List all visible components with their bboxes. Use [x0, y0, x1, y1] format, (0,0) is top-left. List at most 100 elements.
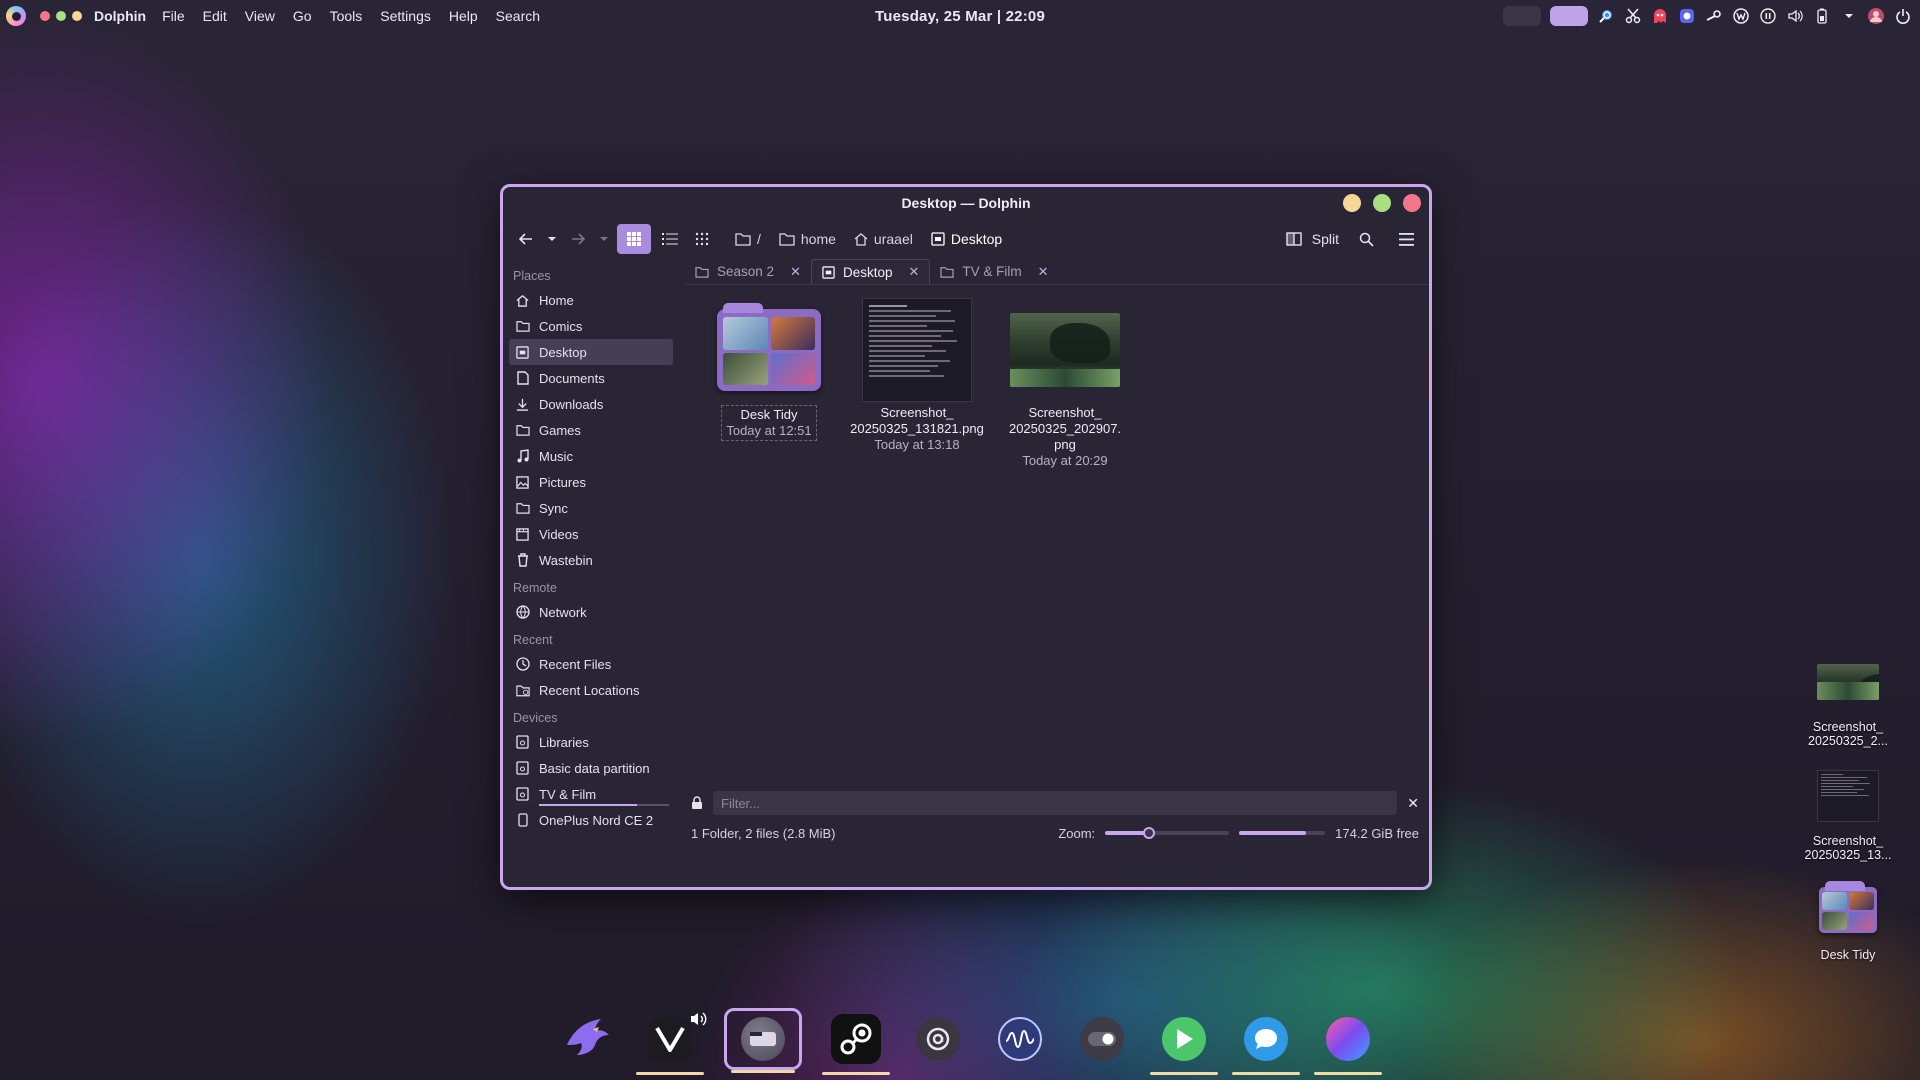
virtual-desktop-1[interactable] [1503, 6, 1541, 26]
close-filter-icon[interactable]: ✕ [1407, 795, 1419, 812]
sidebar-item-oneplus[interactable]: OnePlus Nord CE 2 [509, 807, 673, 833]
sidebar-item-recent-files[interactable]: Recent Files [509, 651, 673, 677]
w-tray-icon[interactable] [1732, 7, 1750, 25]
breadcrumb-root[interactable]: / [735, 231, 761, 247]
menu-go[interactable]: Go [293, 8, 312, 24]
sidebar-item-pictures[interactable]: Pictures [509, 469, 673, 495]
sidebar-item-libraries[interactable]: Libraries [509, 729, 673, 755]
zoom-slider-handle[interactable] [1142, 827, 1155, 839]
sidebar-item-label: Videos [539, 526, 579, 542]
desktop-icon-screenshot-2[interactable]: Screenshot_ 20250325_2... [1808, 650, 1888, 748]
lock-icon[interactable] [691, 796, 703, 810]
close-dot-icon[interactable] [40, 11, 50, 21]
dock-item-gradient[interactable] [1314, 1011, 1382, 1075]
file-item-desk-tidy[interactable]: Desk Tidy Today at 12:51 [701, 295, 837, 469]
dock-item-toggle[interactable] [1074, 1011, 1130, 1067]
menu-file[interactable]: File [162, 8, 185, 24]
sidebar-item-basic-data-partition[interactable]: Basic data partition [509, 755, 673, 781]
sidebar-item-home[interactable]: Home [509, 287, 673, 313]
breadcrumb-current-label: Desktop [950, 231, 1003, 247]
breadcrumb-home[interactable]: home [779, 231, 836, 247]
document-icon [515, 371, 530, 386]
sidebar-item-documents[interactable]: Documents [509, 365, 673, 391]
file-item-screenshot-131821[interactable]: Screenshot_ 20250325_131821.png Today at… [849, 295, 985, 469]
sidebar-item-recent-locations[interactable]: Recent Locations [509, 677, 673, 703]
app-launcher-icon[interactable] [6, 6, 26, 26]
forward-history-chevron-icon[interactable] [597, 226, 611, 252]
close-tab-icon[interactable]: ✕ [1038, 264, 1049, 280]
zoom-slider[interactable] [1105, 827, 1230, 839]
menu-settings[interactable]: Settings [380, 8, 431, 24]
menu-tools[interactable]: Tools [330, 8, 363, 24]
discord-tray-icon[interactable] [1678, 7, 1696, 25]
dock-item-chat[interactable] [1232, 1011, 1300, 1075]
virtual-desktop-2[interactable] [1550, 6, 1588, 26]
dock-item-dolphin[interactable] [724, 1008, 802, 1073]
details-view-button[interactable] [689, 226, 715, 252]
sidebar-item-videos[interactable]: Videos [509, 521, 673, 547]
folder-icon [515, 319, 530, 334]
sidebar-item-music[interactable]: Music [509, 443, 673, 469]
split-button[interactable]: Split [1286, 231, 1339, 247]
filter-input[interactable] [713, 791, 1398, 815]
dock-item-at-app[interactable] [910, 1011, 966, 1067]
file-date: Today at 12:51 [726, 423, 812, 438]
maximize-dot-icon[interactable] [56, 11, 66, 21]
maximize-button[interactable] [1373, 194, 1391, 212]
sidebar-item-downloads[interactable]: Downloads [509, 391, 673, 417]
window-titlebar[interactable]: Desktop — Dolphin [503, 187, 1429, 219]
sidebar-item-sync[interactable]: Sync [509, 495, 673, 521]
user-avatar-icon[interactable] [1867, 7, 1885, 25]
tab-desktop[interactable]: Desktop ✕ [810, 259, 931, 284]
sidebar-item-wastebin[interactable]: Wastebin [509, 547, 673, 573]
back-history-chevron-icon[interactable] [545, 226, 559, 252]
pause-tray-icon[interactable] [1759, 7, 1777, 25]
menu-edit[interactable]: Edit [203, 8, 227, 24]
document-thumbnail [1816, 764, 1880, 828]
minimize-dot-icon[interactable] [72, 11, 82, 21]
ghost-tray-icon[interactable] [1651, 7, 1669, 25]
scissors-tray-icon[interactable] [1624, 7, 1642, 25]
menu-help[interactable]: Help [449, 8, 478, 24]
close-tab-icon[interactable]: ✕ [908, 264, 919, 280]
search-tray-icon[interactable] [1597, 7, 1615, 25]
close-button[interactable] [1403, 194, 1421, 212]
battery-tray-icon[interactable] [1813, 7, 1831, 25]
tab-tv-film[interactable]: TV & Film ✕ [930, 259, 1058, 284]
desktop-icon-desk-tidy[interactable]: Desk Tidy [1816, 878, 1880, 962]
menu-view[interactable]: View [245, 8, 275, 24]
status-bar: 1 Folder, 2 files (2.8 MiB) Zoom: 174.2 … [681, 819, 1429, 847]
dock-item-play[interactable] [1150, 1011, 1218, 1075]
dock-item-eagle[interactable] [560, 1011, 616, 1067]
hamburger-menu-button[interactable] [1393, 226, 1419, 252]
power-icon[interactable] [1894, 7, 1912, 25]
close-tab-icon[interactable]: ✕ [790, 264, 801, 280]
sidebar-item-games[interactable]: Games [509, 417, 673, 443]
chevron-down-icon[interactable] [1840, 7, 1858, 25]
forward-button[interactable] [565, 226, 591, 252]
compact-view-button[interactable] [657, 226, 683, 252]
icons-view-button[interactable] [617, 224, 651, 254]
desktop-icon-screenshot-13[interactable]: Screenshot_ 20250325_13... [1805, 764, 1891, 862]
breadcrumb-current[interactable]: Desktop [931, 231, 1002, 247]
dock-item-vivaldi[interactable] [636, 1011, 707, 1075]
sidebar-item-desktop[interactable]: Desktop [509, 339, 673, 365]
sidebar-item-tv-film[interactable]: TV & Film [509, 781, 673, 807]
tab-season-2[interactable]: Season 2 ✕ [685, 259, 811, 284]
menu-search[interactable]: Search [496, 8, 540, 24]
back-button[interactable] [513, 226, 539, 252]
search-button[interactable] [1353, 226, 1379, 252]
file-item-screenshot-202907[interactable]: Screenshot_ 20250325_202907. png Today a… [997, 295, 1133, 469]
sidebar-item-network[interactable]: Network [509, 599, 673, 625]
running-indicator [731, 1070, 795, 1073]
volume-tray-icon[interactable] [1786, 7, 1804, 25]
steam-tray-icon[interactable] [1705, 7, 1723, 25]
sidebar-item-comics[interactable]: Comics [509, 313, 673, 339]
panel-clock[interactable]: Tuesday, 25 Mar | 22:09 [875, 8, 1045, 25]
minimize-button[interactable] [1343, 194, 1361, 212]
dock-item-waveform[interactable] [992, 1011, 1048, 1067]
dock-item-steam[interactable] [822, 1011, 890, 1075]
breadcrumb-user[interactable]: uraael [854, 231, 913, 247]
file-view: Season 2 ✕ Desktop ✕ TV & Film ✕ Desk Ti… [681, 259, 1429, 873]
file-name-line-1: Screenshot_ [1028, 405, 1102, 420]
